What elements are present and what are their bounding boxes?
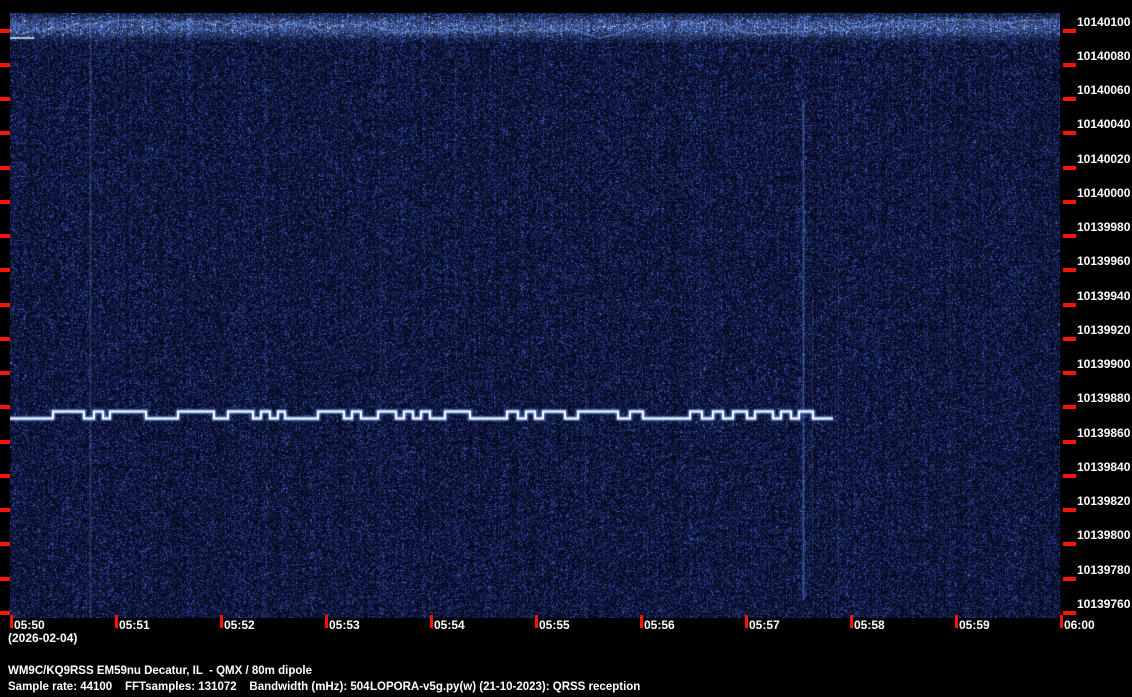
freq-tick-right: [1063, 28, 1076, 33]
freq-tick-left: [0, 234, 10, 239]
freq-tick-label: 10140020: [1077, 151, 1131, 166]
freq-tick-right: [1063, 62, 1076, 67]
freq-tick-left: [0, 199, 10, 204]
freq-tick-label: 10140080: [1077, 48, 1131, 63]
time-tick: [535, 615, 538, 628]
time-tick: [640, 615, 643, 628]
freq-tick-right: [1063, 576, 1076, 581]
freq-tick-right: [1063, 371, 1076, 376]
freq-tick-label: 10139900: [1077, 357, 1131, 372]
freq-tick-left: [0, 62, 10, 67]
time-tick-label: 05:57: [749, 618, 780, 632]
freq-tick-left: [0, 28, 10, 33]
time-tick-label: 05:58: [854, 618, 885, 632]
date-label: (2026-02-04): [8, 631, 78, 645]
freq-tick-left: [0, 576, 10, 581]
freq-tick-label: 10140040: [1077, 117, 1131, 132]
freq-tick-right: [1063, 439, 1076, 444]
freq-tick-right: [1063, 199, 1076, 204]
freq-tick-left: [0, 439, 10, 444]
freq-tick-right: [1063, 611, 1076, 615]
time-tick-label: 05:54: [434, 618, 465, 632]
freq-tick-label: 10139840: [1077, 459, 1131, 474]
time-tick: [325, 615, 328, 628]
freq-tick-left: [0, 131, 10, 136]
freq-tick-right: [1063, 131, 1076, 136]
freq-tick-right: [1063, 405, 1076, 410]
freq-tick-label: 10139920: [1077, 322, 1131, 337]
freq-tick-right: [1063, 302, 1076, 307]
freq-tick-left: [0, 611, 10, 615]
time-tick: [220, 615, 223, 628]
time-tick: [955, 615, 958, 628]
freq-tick-left: [0, 508, 10, 513]
freq-tick-right: [1063, 234, 1076, 239]
freq-tick-label: 10140060: [1077, 83, 1131, 98]
freq-tick-right: [1063, 473, 1076, 478]
freq-tick-left: [0, 473, 10, 478]
freq-tick-label: 10139860: [1077, 425, 1131, 440]
station-info-line: WM9C/KQ9RSS EM59nu Decatur, IL - QMX / 8…: [8, 665, 312, 677]
freq-tick-label: 10139960: [1077, 254, 1131, 269]
time-tick-label: 05:50: [14, 618, 45, 632]
freq-tick-left: [0, 302, 10, 307]
time-tick: [745, 615, 748, 628]
time-tick-label: 05:59: [959, 618, 990, 632]
freq-tick-left: [0, 542, 10, 547]
freq-tick-label: 10139820: [1077, 494, 1131, 509]
freq-tick-label: 10139760: [1077, 597, 1131, 611]
time-tick: [115, 615, 118, 628]
freq-tick-left: [0, 97, 10, 102]
time-tick-label: 05:56: [644, 618, 675, 632]
freq-tick-label: 10140000: [1077, 185, 1131, 200]
freq-tick-label: 10139940: [1077, 288, 1131, 303]
freq-tick-left: [0, 405, 10, 410]
freq-tick-right: [1063, 336, 1076, 341]
freq-tick-label: 10139980: [1077, 220, 1131, 235]
freq-tick-label: 10139780: [1077, 562, 1131, 577]
software-info-line: LOPORA-v5g.py(w) (21-10-2023): QRSS rece…: [370, 681, 641, 693]
time-tick-label: 05:51: [119, 618, 150, 632]
freq-tick-label: 10139880: [1077, 391, 1131, 406]
freq-tick-right: [1063, 542, 1076, 547]
freq-tick-right: [1063, 268, 1076, 273]
time-tick: [1060, 615, 1063, 628]
time-tick-label: 06:00: [1064, 618, 1095, 632]
time-tick-label: 05:53: [329, 618, 360, 632]
freq-tick-right: [1063, 165, 1076, 170]
spectrogram-canvas: [10, 13, 1060, 618]
freq-tick-left: [0, 165, 10, 170]
time-tick: [850, 615, 853, 628]
time-tick: [430, 615, 433, 628]
freq-tick-left: [0, 268, 10, 273]
freq-tick-left: [0, 336, 10, 341]
freq-tick-right: [1063, 97, 1076, 102]
time-tick-label: 05:55: [539, 618, 570, 632]
freq-tick-right: [1063, 508, 1076, 513]
capture-params-line: Sample rate: 44100 FFTsamples: 131072 Ba…: [8, 681, 370, 693]
qrss-grabber-screen: 10140100 10140080 10140060 10140040 10140020…: [0, 0, 1132, 697]
freq-tick-left: [0, 371, 10, 376]
freq-tick-label: 10140100: [1077, 14, 1131, 29]
time-tick-label: 05:52: [224, 618, 255, 632]
freq-tick-label: 10139800: [1077, 528, 1131, 543]
time-tick: [10, 615, 13, 628]
